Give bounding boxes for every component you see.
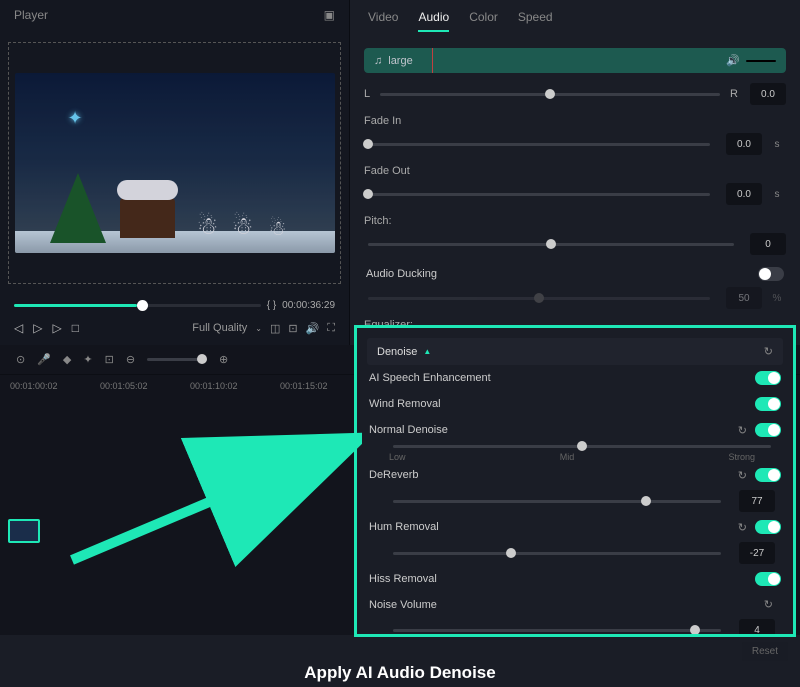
tl-zoomin-icon[interactable]: ⊕ — [219, 353, 228, 366]
compare-icon[interactable]: ◫ — [270, 322, 280, 335]
fadeout-value[interactable]: 0.0 — [726, 183, 762, 205]
fadeout-label: Fade Out — [364, 165, 786, 177]
tl-split-icon[interactable]: ⊡ — [105, 353, 114, 366]
wind-removal-toggle[interactable] — [755, 397, 781, 411]
normal-denoise-label: Normal Denoise — [369, 424, 738, 436]
hum-removal-toggle[interactable] — [755, 520, 781, 534]
tl-fx-icon[interactable]: ✦ — [83, 353, 92, 366]
denoise-header[interactable]: Denoise▲ ↻ — [367, 338, 783, 365]
tab-audio[interactable]: Audio — [418, 10, 449, 32]
tl-zoom-slider[interactable] — [147, 358, 207, 361]
hum-removal-reset-icon[interactable]: ↻ — [738, 521, 747, 534]
tab-color[interactable]: Color — [469, 10, 498, 32]
pitch-slider[interactable] — [368, 243, 734, 246]
ducking-toggle[interactable] — [758, 267, 784, 281]
fadeout-slider[interactable] — [368, 193, 710, 196]
ai-speech-label: AI Speech Enhancement — [369, 372, 755, 384]
noise-volume-slider[interactable] — [393, 629, 721, 632]
quality-select[interactable]: Full Quality — [192, 322, 247, 334]
timecode: 00:00:36:29 — [282, 300, 335, 311]
wind-removal-label: Wind Removal — [369, 398, 755, 410]
denoise-reset-icon[interactable]: ↻ — [764, 345, 773, 358]
balance-r-label: R — [730, 88, 738, 100]
normal-denoise-slider[interactable] — [393, 445, 771, 448]
track-name: large — [388, 55, 412, 67]
pitch-label: Pitch: — [364, 215, 786, 227]
tl-mic-icon[interactable]: 🎤 — [37, 353, 51, 366]
audio-track-chip[interactable]: ♫ large 🔊 — [364, 48, 786, 73]
fadein-slider[interactable] — [368, 143, 710, 146]
dereverb-value[interactable]: 77 — [739, 490, 775, 512]
video-preview[interactable]: ✦ ☃ ☃ ☃ — [4, 34, 345, 292]
tl-zoomout-icon[interactable]: ⊖ — [126, 353, 135, 366]
player-panel: Player ▣ ✦ ☃ ☃ ☃ { } 00:00:36:29 — [0, 0, 350, 345]
tl-rec-icon[interactable]: ⊙ — [16, 353, 25, 366]
snapshot-icon[interactable]: ▣ — [324, 8, 335, 22]
fadein-value[interactable]: 0.0 — [726, 133, 762, 155]
next-icon[interactable]: ▷ — [52, 321, 61, 335]
ai-speech-toggle[interactable] — [755, 371, 781, 385]
caption-text: Apply AI Audio Denoise — [0, 663, 800, 683]
prev-icon[interactable]: ◁ — [14, 321, 23, 335]
timeline-clip[interactable] — [8, 519, 40, 543]
dereverb-reset-icon[interactable]: ↻ — [738, 469, 747, 482]
player-scrubber[interactable] — [14, 304, 261, 307]
fadein-label: Fade In — [364, 115, 786, 127]
reset-button[interactable]: Reset — [742, 642, 788, 661]
tab-speed[interactable]: Speed — [518, 10, 553, 32]
normal-denoise-toggle[interactable] — [755, 423, 781, 437]
stop-icon[interactable]: □ — [72, 321, 79, 335]
hum-removal-label: Hum Removal — [369, 521, 738, 533]
tab-video[interactable]: Video — [368, 10, 398, 32]
normal-denoise-reset-icon[interactable]: ↻ — [738, 424, 747, 437]
balance-slider[interactable] — [380, 93, 720, 96]
music-icon: ♫ — [374, 55, 382, 67]
tl-marker-icon[interactable]: ◆ — [63, 353, 71, 366]
speaker-icon[interactable]: 🔊 — [726, 54, 740, 67]
dereverb-slider[interactable] — [393, 500, 721, 503]
noise-volume-value[interactable]: 4 — [739, 619, 775, 637]
hum-removal-slider[interactable] — [393, 552, 721, 555]
noise-volume-label: Noise Volume — [369, 599, 764, 611]
ducking-label: Audio Ducking — [366, 268, 758, 280]
pitch-value[interactable]: 0 — [750, 233, 786, 255]
denoise-section: Denoise▲ ↻ AI Speech Enhancement Wind Re… — [354, 325, 796, 637]
ducking-value: 50 — [726, 287, 762, 309]
hum-removal-value[interactable]: -27 — [739, 542, 775, 564]
play-icon[interactable]: ▷ — [33, 321, 42, 335]
player-title: Player — [14, 8, 48, 22]
fullscreen-icon[interactable]: ⛶ — [327, 322, 335, 335]
properties-panel: Video Audio Color Speed ♫ large 🔊 L R 0.… — [350, 0, 800, 345]
dereverb-toggle[interactable] — [755, 468, 781, 482]
hiss-removal-label: Hiss Removal — [369, 573, 755, 585]
balance-value[interactable]: 0.0 — [750, 83, 786, 105]
mute-icon[interactable]: 🔊 — [306, 322, 320, 335]
dereverb-label: DeReverb — [369, 469, 738, 481]
hiss-removal-toggle[interactable] — [755, 572, 781, 586]
balance-l-label: L — [364, 88, 370, 100]
noise-volume-reset-icon[interactable]: ↻ — [764, 598, 773, 611]
capture-icon[interactable]: ⊡ — [288, 322, 297, 335]
ducking-slider[interactable] — [368, 297, 710, 300]
